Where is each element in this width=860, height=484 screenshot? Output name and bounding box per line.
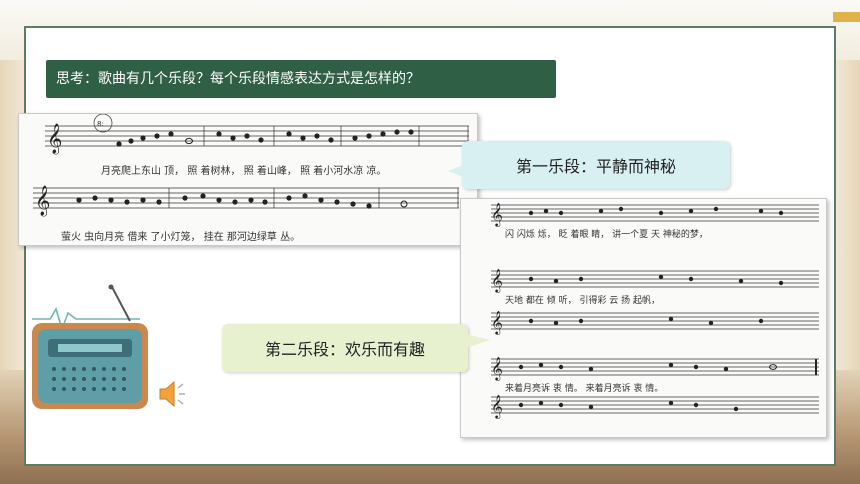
callout-section-1: 第一乐段：平静而神秘: [448, 141, 730, 189]
svg-text:𝄞: 𝄞: [491, 356, 503, 381]
lyrics-line-1: 月亮爬上东山 顶， 照 着树林， 照 着山峰， 照 着小河水凉 凉。: [101, 166, 387, 177]
callout-section-1-text: 第一乐段：平静而神秘: [515, 157, 676, 176]
score-section-1: 𝄞 𝄞 8: 月亮爬上东山 顶， 照 着树林， 照 着山峰， 照 着小河水凉 凉…: [18, 113, 478, 246]
lyrics-line-b: 天地 都在 倾 听， 引得彩 云 扬 起帆，: [505, 296, 661, 306]
svg-text:𝄞: 𝄞: [491, 394, 503, 419]
svg-text:𝄞: 𝄞: [35, 185, 50, 217]
svg-text:𝄞: 𝄞: [491, 310, 503, 335]
callout-tail: [448, 163, 468, 179]
callout-tail: [466, 334, 490, 348]
question-text: 思考：歌曲有几个乐段？每个乐段情感表达方式是怎样的？: [56, 71, 420, 87]
speaker-icon[interactable]: [158, 378, 186, 410]
score-section-1-staff: 𝄞 𝄞 8:: [33, 113, 469, 217]
callout-section-2: 第二乐段：欢乐而有趣: [222, 324, 490, 372]
lyrics-line-c: 来着月亮诉 衷 情。 来着月亮诉 衷 情。: [505, 384, 664, 394]
accent-bar: [833, 12, 860, 22]
svg-text:𝄞: 𝄞: [47, 123, 62, 155]
score-section-2: 𝄞 𝄞 𝄞 𝄞 𝄞 闪 闪烁 烁， 眨 着眼 睛， 讲一个夏 天 神秘的梦， 天地 都在…: [460, 198, 827, 438]
svg-text:𝄞: 𝄞: [491, 202, 503, 227]
callout-section-2-text: 第二乐段：欢乐而有趣: [264, 340, 425, 359]
lyrics-line-2: 萤火 虫向月亮 借来 了小灯笼， 挂在 那河边绿草 丛。: [61, 232, 301, 243]
question-banner: 思考：歌曲有几个乐段？每个乐段情感表达方式是怎样的？: [46, 60, 556, 98]
svg-text:𝄞: 𝄞: [491, 268, 503, 293]
lyrics-line-a: 闪 闪烁 烁， 眨 着眼 睛， 讲一个夏 天 神秘的梦，: [505, 230, 708, 240]
radio-icon[interactable]: [30, 283, 152, 413]
tempo-mark: 8:: [97, 120, 104, 128]
